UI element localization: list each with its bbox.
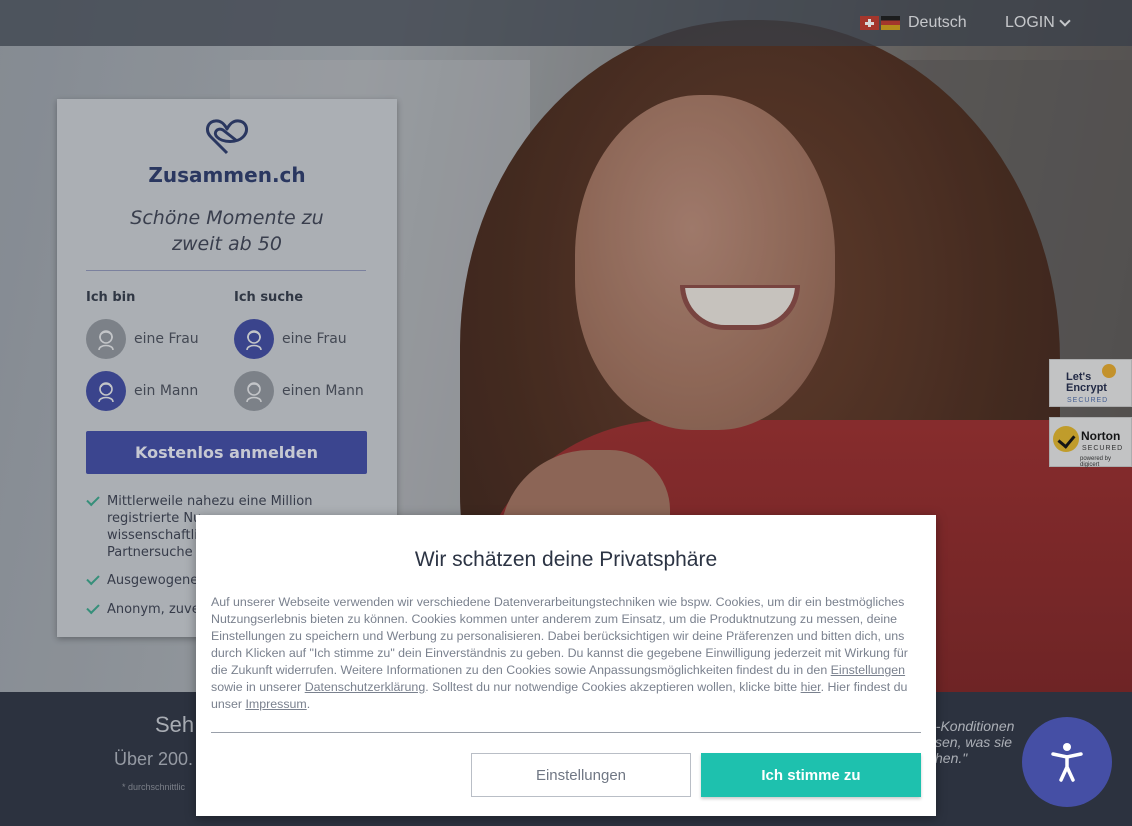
benefit-text-line: Ausgewogenes: [107, 573, 206, 588]
i-seek-heading: Ich suche: [234, 290, 304, 305]
chevron-down-icon: [1059, 14, 1071, 27]
norton-badge[interactable]: Norton SECURED powered by digicert: [1049, 417, 1132, 468]
cookie-dialog-text: Auf unserer Webseite verwenden wir versc…: [211, 594, 921, 713]
letsencrypt-sub: SECURED: [1067, 397, 1109, 404]
german-flag-icon: [881, 16, 900, 30]
bottom-subheading: Über 200.: [114, 749, 194, 769]
bottom-footnote: * durchschnittlic: [122, 782, 186, 792]
cookie-text: . Solltest du nur notwendige Cookies akz…: [425, 680, 798, 694]
i-am-woman-label: eine Frau: [134, 331, 199, 347]
letsencrypt-title: Let's Encrypt: [1066, 372, 1107, 394]
cookie-dialog-title: Wir schätzen deine Privatsphäre: [414, 548, 718, 571]
man-avatar-icon: [234, 371, 274, 411]
tagline: Schöne Momente zu zweit ab 50: [57, 205, 397, 257]
settings-link[interactable]: Einstellungen: [831, 663, 905, 677]
imprint-link[interactable]: Impressum: [245, 697, 306, 711]
man-avatar-icon: [86, 371, 126, 411]
accessibility-icon: [1051, 743, 1083, 782]
quote-line: ssen, was sie: [928, 734, 1013, 750]
tagline-line-2: zweit ab 50: [172, 233, 282, 255]
login-label: LOGIN: [1005, 14, 1055, 31]
i-seek-woman-label: eine Frau: [282, 331, 347, 347]
card-divider: [86, 270, 366, 271]
woman-avatar-icon: [234, 319, 274, 359]
check-icon: [86, 600, 100, 615]
i-seek-woman-option[interactable]: eine Frau: [234, 319, 347, 359]
cookie-text: sowie in unserer: [211, 680, 302, 694]
benefit-text-line: Anonym, zuver: [107, 602, 206, 617]
accessibility-button[interactable]: [1022, 717, 1112, 807]
login-button[interactable]: LOGIN: [1005, 14, 1071, 32]
norton-check-icon: [1053, 426, 1079, 452]
benefit-item: Ausgewogenes: [86, 571, 206, 589]
testimonial-quote: n-Konditionen ssen, was sie chen.": [928, 718, 1028, 766]
privacy-policy-link[interactable]: Datenschutzerklärung: [305, 680, 426, 694]
i-am-woman-option[interactable]: eine Frau: [86, 319, 199, 359]
language-flags[interactable]: [860, 16, 900, 30]
check-icon: [86, 571, 100, 586]
i-am-man-option[interactable]: ein Mann: [86, 371, 198, 411]
cookie-text: .: [306, 697, 311, 711]
hero-person-face: [575, 95, 835, 430]
benefit-item: Anonym, zuver: [86, 600, 206, 618]
i-seek-man-option[interactable]: einen Mann: [234, 371, 364, 411]
quote-line: n-Konditionen: [928, 718, 1015, 734]
quote-line: chen.": [928, 750, 968, 766]
bottom-heading: Seh: [155, 712, 195, 737]
heart-infinity-logo-icon: [206, 119, 248, 155]
signup-free-button[interactable]: Kostenlos anmelden: [86, 431, 367, 474]
letsencrypt-badge[interactable]: Let's Encrypt SECURED: [1049, 359, 1132, 407]
norton-name: Norton: [1081, 429, 1121, 443]
check-icon: [86, 492, 100, 507]
norton-powered: powered by digicert: [1080, 456, 1112, 468]
i-am-man-label: ein Mann: [134, 383, 199, 399]
norton-sub: SECURED: [1082, 445, 1124, 452]
cookie-consent-dialog: Wir schätzen deine Privatsphäre Auf unse…: [196, 515, 936, 816]
top-bar: Deutsch LOGIN: [0, 0, 1132, 46]
tagline-line-1: Schöne Momente zu: [130, 207, 324, 229]
i-am-heading: Ich bin: [86, 290, 136, 305]
cookie-dialog-divider: [211, 732, 921, 733]
woman-avatar-icon: [86, 319, 126, 359]
benefit-text-line: Mittlerweile nahezu eine Million: [107, 494, 313, 509]
necessary-only-link[interactable]: hier: [801, 680, 821, 694]
accept-cookies-button[interactable]: Ich stimme zu: [701, 753, 921, 797]
swiss-flag-icon: [860, 16, 879, 30]
language-selector[interactable]: Deutsch: [908, 14, 967, 32]
letsencrypt-line-2: Encrypt: [1066, 382, 1107, 394]
cookie-settings-button[interactable]: Einstellungen: [471, 753, 691, 797]
brand-name: Zusammen.ch: [148, 163, 306, 187]
cookie-text: Auf unserer Webseite verwenden wir versc…: [211, 595, 908, 677]
i-seek-man-label: einen Mann: [282, 383, 364, 399]
